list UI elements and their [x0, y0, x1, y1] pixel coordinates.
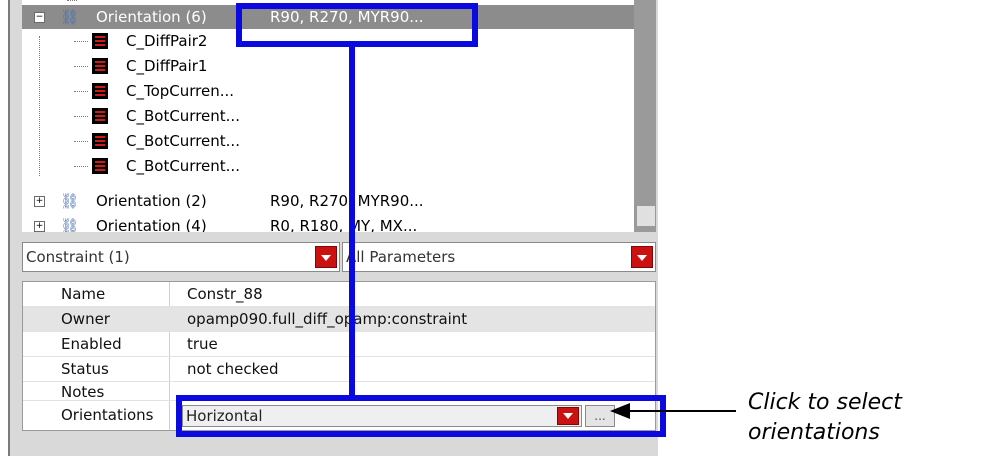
constraint-select-value: Constraint (1): [26, 248, 130, 266]
parameters-select[interactable]: All Parameters: [342, 242, 656, 272]
property-name: Notes: [61, 383, 105, 401]
constraint-member-icon: [92, 108, 108, 124]
property-name: Status: [61, 360, 109, 378]
constraint-member-icon: [92, 158, 108, 174]
property-name: Enabled: [61, 335, 122, 353]
property-name: Owner: [61, 310, 110, 328]
tree-row-value: R0, R180, MY, MX...: [270, 217, 418, 232]
highlight-connector: [349, 47, 355, 398]
chevron-down-icon[interactable]: [315, 246, 337, 268]
tree-guide-line: [74, 91, 88, 92]
tree-guide-line: [74, 116, 88, 117]
tree-row-c-botcurrent[interactable]: C_BotCurrent...: [22, 104, 634, 128]
property-value: opamp090.full_diff_opamp:constraint: [187, 310, 468, 328]
tree-guide-line: [67, 0, 77, 1]
property-row-owner[interactable]: Owner opamp090.full_diff_opamp:constrain…: [23, 307, 655, 332]
expand-icon[interactable]: +: [34, 221, 45, 232]
panel-left-border: [8, 0, 10, 456]
tree-row-orientation-2[interactable]: + ⛓ Orientation (2) R90, R270, MYR90...: [22, 189, 634, 213]
highlight-box-orientations: [176, 395, 666, 437]
constraint-member-icon: [92, 133, 108, 149]
constraint-member-icon: [92, 58, 108, 74]
chain-link-icon: ⛓: [60, 8, 80, 26]
constraint-member-icon: [92, 83, 108, 99]
parameters-select-value: All Parameters: [346, 248, 456, 266]
tree-row-c-botcurrent[interactable]: C_BotCurrent...: [22, 129, 634, 153]
tree-guide-line: [74, 166, 88, 167]
callout-arrow-icon: [610, 403, 736, 419]
property-value: not checked: [187, 360, 279, 378]
tree-row-label: C_BotCurrent...: [126, 107, 240, 125]
property-row-enabled[interactable]: Enabled true: [23, 332, 655, 357]
property-value: Constr_88: [187, 285, 263, 303]
tree-row-c-botcurrent[interactable]: C_BotCurrent...: [22, 154, 634, 178]
tree-guide-line: [74, 141, 88, 142]
constraint-select[interactable]: Constraint (1): [22, 242, 340, 272]
chain-link-icon: ⛓: [60, 192, 80, 210]
tree-scrollbar-arrow[interactable]: [636, 205, 656, 227]
tree-row-c-topcurrent[interactable]: C_TopCurren...: [22, 79, 634, 103]
tree-row-label: Orientation (2): [96, 192, 207, 210]
chevron-down-icon[interactable]: [631, 246, 653, 268]
property-value: true: [187, 335, 218, 353]
tree-row-value: R90, R270, MYR90...: [270, 192, 424, 210]
chain-link-icon: ⛓: [60, 217, 80, 232]
tree-row-label: C_DiffPair1: [126, 57, 208, 75]
expand-icon[interactable]: +: [34, 196, 45, 207]
constraint-member-icon: [92, 33, 108, 49]
tree-row-label: C_TopCurren...: [126, 82, 235, 100]
tree-guide-line: [74, 41, 88, 42]
tree-guide-line: [74, 66, 88, 67]
tree-row-label: Orientation (4): [96, 217, 207, 232]
property-name: Name: [61, 285, 106, 303]
tree-row-orientation-4[interactable]: + ⛓ Orientation (4) R0, R180, MY, MX...: [22, 214, 634, 232]
property-row-status[interactable]: Status not checked: [23, 357, 655, 382]
tree-row-label: Orientation (6): [96, 8, 207, 26]
callout-line-1: Click to select: [748, 390, 902, 415]
property-name: Orientations: [61, 406, 154, 424]
callout-line-2: orientations: [748, 420, 880, 445]
callout-text: Click to select orientations: [748, 388, 902, 448]
collapse-icon[interactable]: −: [34, 12, 45, 23]
tree-scrollbar[interactable]: [634, 0, 656, 232]
tree-row-label: C_BotCurrent...: [126, 157, 240, 175]
property-row-name[interactable]: Name Constr_88: [23, 282, 655, 307]
tree-row-label: C_DiffPair2: [126, 32, 208, 50]
tree-row-label: C_BotCurrent...: [126, 132, 240, 150]
highlight-box-value: [236, 3, 478, 47]
tree-row-c-diffpair1[interactable]: C_DiffPair1: [22, 54, 634, 78]
